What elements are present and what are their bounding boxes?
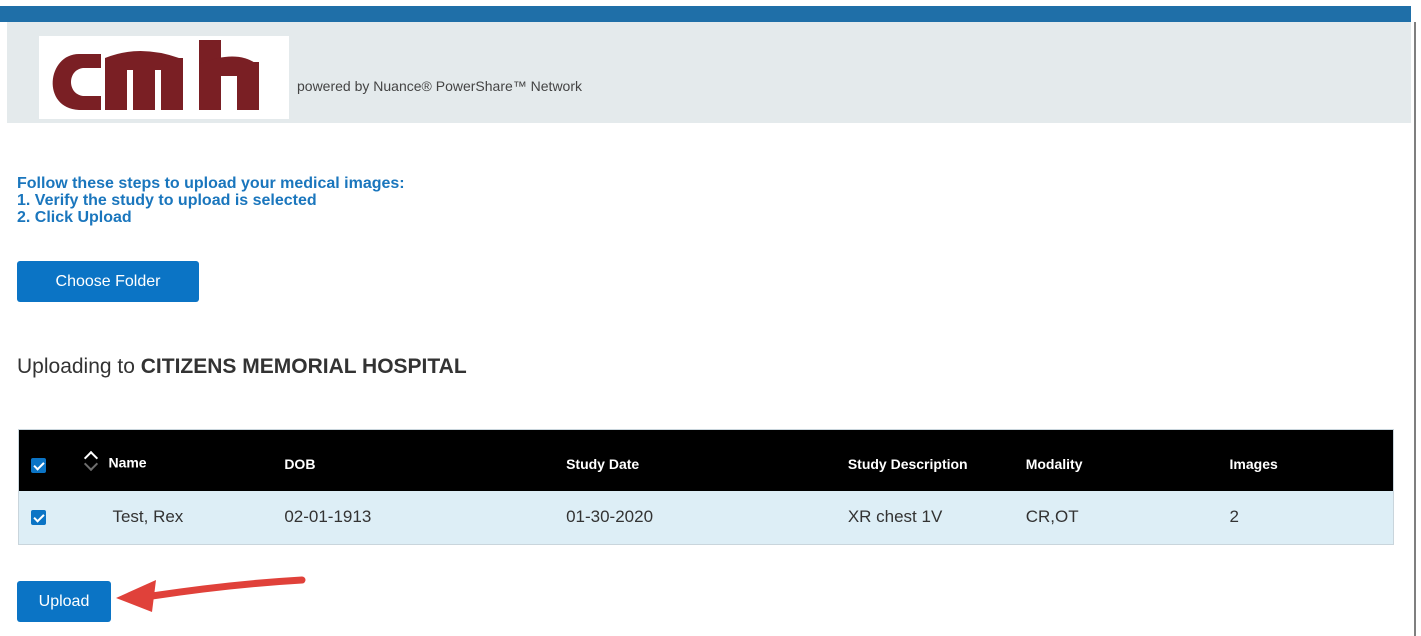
- column-header-study-date[interactable]: Study Date: [566, 456, 639, 472]
- cell-dob: 02-01-1913: [284, 507, 372, 527]
- column-header-dob[interactable]: DOB: [284, 456, 315, 472]
- sort-icon[interactable]: [84, 447, 99, 473]
- select-all-checkbox[interactable]: [31, 457, 46, 473]
- cmh-logo: [39, 36, 289, 119]
- row-select-checkbox[interactable]: [31, 510, 46, 526]
- header: powered by Nuance® PowerShare™ Network: [7, 22, 1411, 123]
- study-table: Name DOB Study Date Study Description Mo…: [18, 429, 1394, 545]
- column-header-study-description[interactable]: Study Description: [848, 456, 968, 472]
- instruction-intro: Follow these steps to upload your medica…: [17, 175, 405, 192]
- upload-destination-heading: Uploading to CITIZENS MEMORIAL HOSPITAL: [17, 355, 467, 379]
- top-bar: [0, 0, 1411, 22]
- column-header-name[interactable]: Name: [108, 455, 146, 471]
- upload-page: powered by Nuance® PowerShare™ Network F…: [0, 0, 1421, 636]
- upload-button[interactable]: Upload: [17, 581, 111, 622]
- facility-name: CITIZENS MEMORIAL HOSPITAL: [140, 355, 467, 378]
- column-header-images[interactable]: Images: [1230, 456, 1278, 472]
- choose-folder-button[interactable]: Choose Folder: [17, 261, 199, 302]
- cell-study-description: XR chest 1V: [847, 507, 943, 527]
- cell-images: 2: [1229, 507, 1240, 527]
- annotation-arrow-icon: [112, 570, 312, 619]
- upload-heading-prefix: Uploading to: [17, 355, 141, 378]
- table-row[interactable]: Test, Rex 02-01-1913 01-30-2020 XR chest…: [18, 490, 1394, 545]
- instruction-step-2: 2. Click Upload: [17, 209, 132, 226]
- table-header-row: Name DOB Study Date Study Description Mo…: [18, 429, 1394, 491]
- window-edge: [1414, 22, 1416, 636]
- powered-by-text: powered by Nuance® PowerShare™ Network: [297, 78, 583, 94]
- column-header-modality[interactable]: Modality: [1026, 456, 1083, 472]
- cell-study-date: 01-30-2020: [566, 507, 654, 527]
- cell-modality: CR,OT: [1025, 507, 1079, 527]
- cell-name: Test, Rex: [112, 507, 184, 527]
- upload-instructions: Follow these steps to upload your medica…: [17, 175, 405, 226]
- instruction-step-1: 1. Verify the study to upload is selecte…: [17, 192, 317, 209]
